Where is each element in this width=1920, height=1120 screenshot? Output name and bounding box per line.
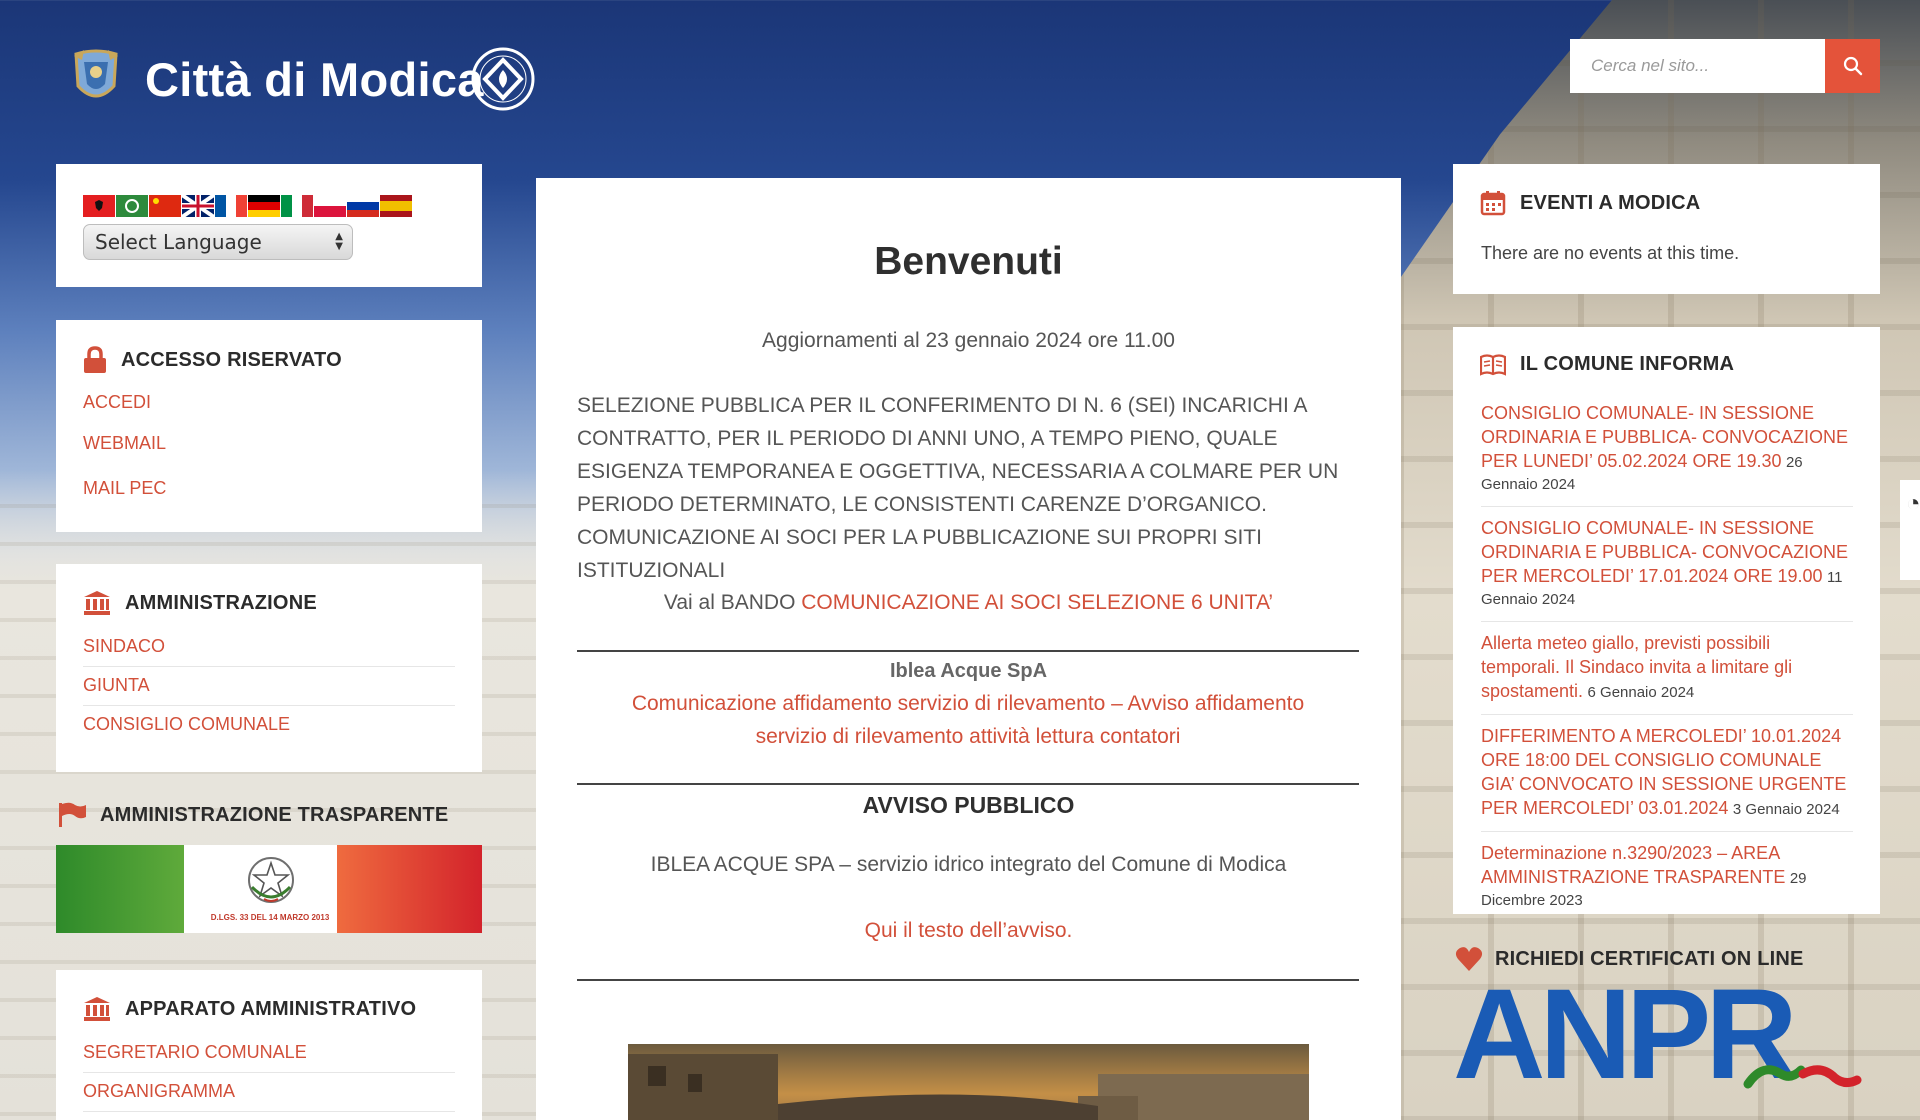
main-content: Benvenuti Aggiornamenti al 23 gennaio 20… <box>536 178 1401 1120</box>
apparato-amministrativo-heading: APPARATO AMMINISTRATIVO <box>83 996 416 1022</box>
avviso-text: IBLEA ACQUE SPA – servizio idrico integr… <box>650 853 1287 876</box>
news-date: Dicembre 2023 <box>1481 892 1583 909</box>
language-select-value: Select Language <box>95 230 262 254</box>
amministrazione-trasparente-banner[interactable]: D.LGS. 33 DEL 14 MARZO 2013 <box>56 845 482 933</box>
news-date: 26 <box>1785 454 1803 471</box>
accedi-link[interactable]: ACCEDI <box>83 392 151 413</box>
accesso-riservato-heading: ACCESSO RISERVATO <box>83 346 342 374</box>
floating-side-tab[interactable]: ◔ <box>1900 480 1920 580</box>
china-flag-icon[interactable] <box>149 195 181 217</box>
site-title[interactable]: Città di Modica <box>145 52 484 107</box>
no-events-text: There are no events at this time. <box>1481 243 1740 263</box>
eventi-heading: EVENTI A MODICA <box>1480 190 1700 216</box>
trasparente-banner-caption: D.LGS. 33 DEL 14 MARZO 2013 <box>210 913 330 922</box>
comune-informa-heading: IL COMUNE INFORMA <box>1480 353 1734 376</box>
divider <box>577 783 1359 785</box>
comune-informa-widget: IL COMUNE INFORMA CONSIGLIO COMUNALE- IN… <box>1453 327 1880 914</box>
news-date: Gennaio 2024 <box>1481 476 1576 493</box>
search-button[interactable] <box>1825 39 1880 93</box>
news-date: 29 <box>1789 870 1807 887</box>
arabic-flag-icon[interactable] <box>116 195 148 217</box>
news-date: 11 <box>1826 569 1843 586</box>
side-tab-icon: ◔ <box>1906 490 1920 517</box>
news-item: Determinazione n.3290/2023 – AREA AMMINI… <box>1481 832 1853 922</box>
avviso-heading: AVVISO PUBBLICO <box>862 792 1075 818</box>
italy-swoosh-icon <box>1743 1065 1862 1089</box>
calendar-icon <box>1480 191 1506 216</box>
uk-flag-icon[interactable] <box>182 195 214 217</box>
news-item: CONSIGLIO COMUNALE- IN SESSIONE ORDINARI… <box>1481 507 1853 622</box>
select-arrows-icon: ▲ ▼ <box>335 231 343 252</box>
city-crest-icon[interactable] <box>70 48 122 110</box>
bando-prefix: Vai al BANDO <box>663 591 796 614</box>
unesco-heritage-logo-icon <box>471 47 535 111</box>
language-widget: Select Language ▲ ▼ <box>56 164 482 287</box>
bando-line: Vai al BANDO COMUNICAZIONE AI SOCI SELEZ… <box>536 586 1401 619</box>
news-item: CONSIGLIO COMUNALE- IN SESSIONE ORDINARI… <box>1481 392 1853 507</box>
mail-pec-link[interactable]: MAIL PEC <box>83 478 166 499</box>
anpr-logo-text: ANPR <box>1453 978 1798 1106</box>
webmail-link[interactable]: WEBMAIL <box>83 433 166 454</box>
italian-emblem-icon <box>248 857 294 903</box>
search-icon <box>1843 56 1862 76</box>
news-date: 6 Gennaio 2024 <box>1587 684 1695 701</box>
iblea-heading: Iblea Acque SpA <box>889 660 1048 682</box>
poland-flag-icon[interactable] <box>314 195 346 217</box>
segretario-comunale-link[interactable]: SEGRETARIO COMUNALE <box>83 1036 455 1073</box>
amministrazione-widget: AMMINISTRAZIONE SINDACO GIUNTA CONSIGLIO… <box>56 564 482 772</box>
russia-flag-icon[interactable] <box>347 195 379 217</box>
flag-row <box>83 195 412 217</box>
search-form <box>1570 39 1880 93</box>
update-text: Aggiornamenti al 23 gennaio 2024 ore 11.… <box>762 329 1175 352</box>
spain-flag-icon[interactable] <box>380 195 412 217</box>
news-link[interactable]: CONSIGLIO COMUNALE- IN SESSIONE ORDINARI… <box>1481 518 1848 586</box>
anpr-logo[interactable]: ANPR <box>1453 978 1873 1120</box>
page-title: Benvenuti <box>874 240 1063 283</box>
heart-icon <box>1455 947 1483 971</box>
news-item: Allerta meteo giallo, previsti possibili… <box>1481 622 1853 715</box>
news-item: DIFFERIMENTO A MERCOLEDI’ 10.01.2024 ORE… <box>1481 715 1853 832</box>
accesso-riservato-widget: ACCESSO RISERVATO ACCEDI WEBMAIL MAIL PE… <box>56 320 482 532</box>
town-skyline-icon <box>628 1054 1309 1120</box>
avviso-link[interactable]: Qui il testo dell’avviso. <box>536 914 1401 947</box>
site-header: Città di Modica <box>0 0 1920 160</box>
institution-icon <box>84 591 110 615</box>
certificati-heading: RICHIEDI CERTIFICATI ON LINE <box>1455 946 1804 972</box>
bando-link[interactable]: COMUNICAZIONE AI SOCI SELEZIONE 6 UNITA’ <box>801 591 1273 614</box>
consiglio-comunale-link[interactable]: CONSIGLIO COMUNALE <box>83 706 455 744</box>
lock-icon <box>84 346 106 373</box>
iblea-affidamento-link[interactable]: Comunicazione affidamento servizio di ri… <box>618 687 1318 753</box>
amministrazione-trasparente-heading: AMMINISTRAZIONE TRASPARENTE <box>58 802 448 828</box>
open-book-icon <box>1480 353 1506 376</box>
albania-flag-icon[interactable] <box>83 195 115 217</box>
news-date: Gennaio 2024 <box>1481 591 1576 608</box>
amministrazione-links: SINDACO GIUNTA CONSIGLIO COMUNALE <box>83 630 455 744</box>
italy-flag-icon[interactable] <box>281 195 313 217</box>
language-select[interactable]: Select Language ▲ ▼ <box>83 224 353 260</box>
news-link[interactable]: Determinazione n.3290/2023 – AREA AMMINI… <box>1481 843 1785 887</box>
flag-icon <box>59 802 86 827</box>
institution-icon <box>84 997 110 1021</box>
apparato-amministrativo-widget: APPARATO AMMINISTRATIVO SEGRETARIO COMUN… <box>56 970 482 1120</box>
comune-news-list: CONSIGLIO COMUNALE- IN SESSIONE ORDINARI… <box>1481 392 1853 922</box>
apparato-links: SEGRETARIO COMUNALE ORGANIGRAMMA <box>83 1036 455 1112</box>
divider <box>577 979 1359 981</box>
divider <box>577 650 1359 652</box>
france-flag-icon[interactable] <box>215 195 247 217</box>
eventi-widget: EVENTI A MODICA There are no events at t… <box>1453 164 1880 294</box>
news-date: 3 Gennaio 2024 <box>1732 801 1840 818</box>
giunta-link[interactable]: GIUNTA <box>83 667 455 706</box>
amministrazione-heading: AMMINISTRAZIONE <box>83 590 317 616</box>
sindaco-link[interactable]: SINDACO <box>83 630 455 667</box>
germany-flag-icon[interactable] <box>248 195 280 217</box>
modica-panorama-image <box>628 1044 1309 1120</box>
search-input[interactable] <box>1570 39 1825 93</box>
selezione-text: SELEZIONE PUBBLICA PER IL CONFERIMENTO D… <box>577 394 1339 582</box>
organigramma-link[interactable]: ORGANIGRAMMA <box>83 1073 455 1112</box>
